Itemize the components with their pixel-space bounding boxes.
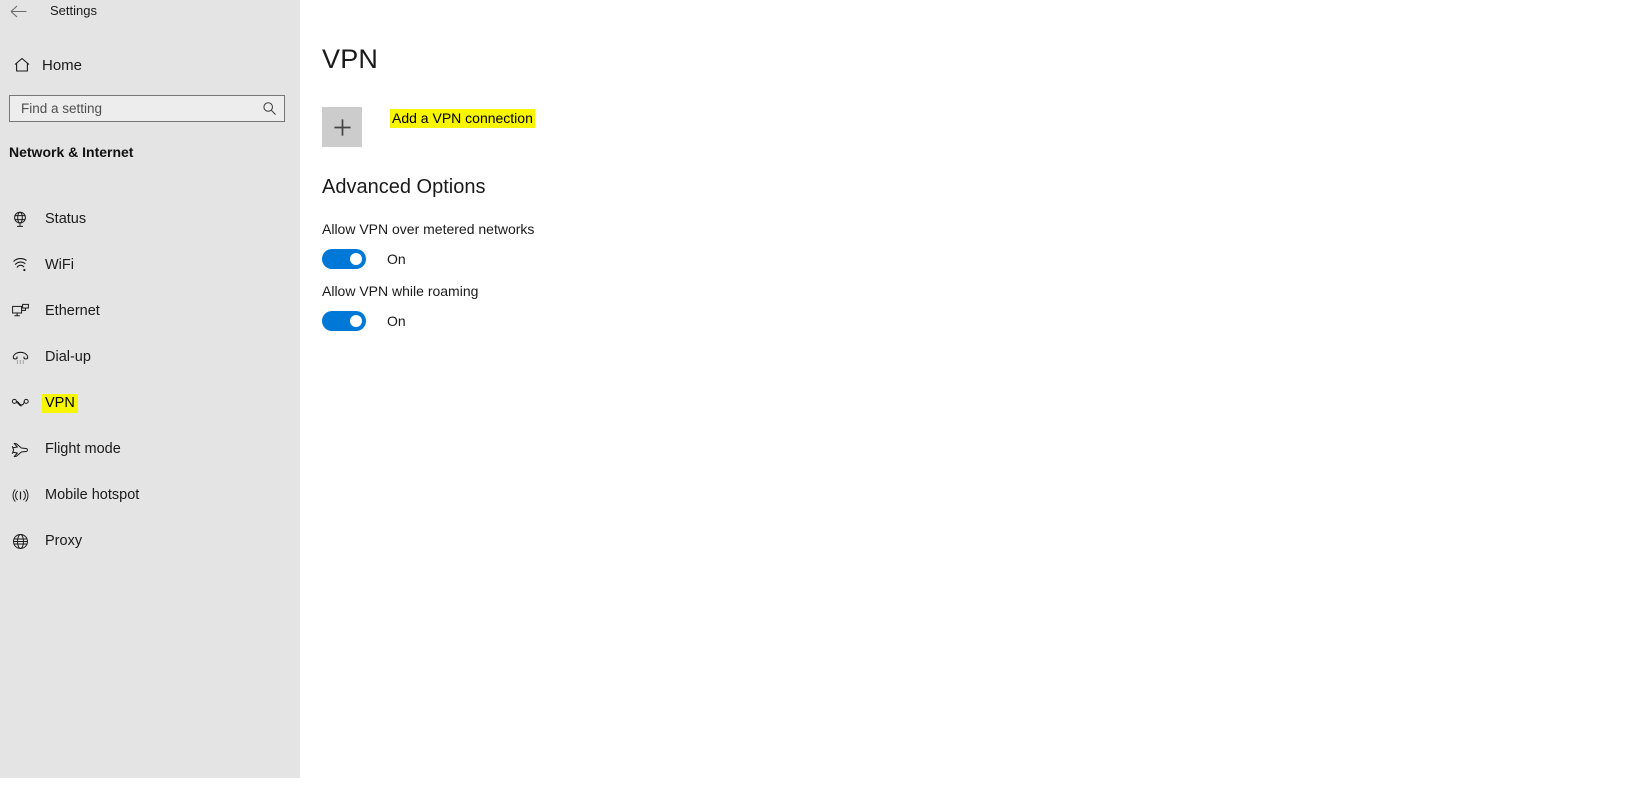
sidebar-item-ethernet[interactable]: Ethernet xyxy=(0,288,300,334)
sidebar-item-mobile-hotspot-label: Mobile hotspot xyxy=(45,486,140,503)
home-icon xyxy=(4,56,40,74)
sidebar-item-home-label: Home xyxy=(42,56,83,74)
sidebar-item-vpn-label: VPN xyxy=(42,393,78,413)
sidebar-item-home[interactable]: Home xyxy=(0,50,300,80)
sidebar-nav-list: Status WiFi Ethernet Dial-up VPN Flight … xyxy=(0,196,300,564)
advanced-options-heading: Advanced Options xyxy=(322,176,486,198)
sidebar-item-vpn[interactable]: VPN xyxy=(0,380,300,426)
wifi-icon xyxy=(2,256,38,275)
search-icon[interactable] xyxy=(254,101,284,116)
search-box[interactable] xyxy=(9,95,285,122)
hotspot-icon xyxy=(2,486,38,505)
sidebar-item-wifi-label: WiFi xyxy=(45,256,74,273)
toggle-knob xyxy=(350,315,362,327)
sidebar: Settings Home Network & Internet xyxy=(0,0,300,778)
window-title: Settings xyxy=(50,3,97,18)
sidebar-item-dialup[interactable]: Dial-up xyxy=(0,334,300,380)
sidebar-item-dialup-label: Dial-up xyxy=(45,348,91,365)
setting-allow-vpn-roaming: Allow VPN while roaming On xyxy=(322,282,478,331)
page-title: VPN xyxy=(322,44,379,74)
sidebar-item-wifi[interactable]: WiFi xyxy=(0,242,300,288)
allow-vpn-metered-state: On xyxy=(387,251,406,267)
toggle-row: On xyxy=(322,249,534,269)
add-vpn-connection-label[interactable]: Add a VPN connection xyxy=(390,109,535,128)
vpn-icon xyxy=(2,394,38,413)
sidebar-item-status[interactable]: Status xyxy=(0,196,300,242)
titlebar: Settings xyxy=(0,0,300,22)
setting-allow-vpn-metered: Allow VPN over metered networks On xyxy=(322,220,534,269)
toggle-knob xyxy=(350,253,362,265)
main-content: VPN Add a VPN connection Advanced Option… xyxy=(300,0,1637,810)
setting-allow-vpn-metered-label: Allow VPN over metered networks xyxy=(322,221,535,237)
toggle-row: On xyxy=(322,311,478,331)
allow-vpn-roaming-toggle[interactable] xyxy=(322,311,366,331)
sidebar-item-mobile-hotspot[interactable]: Mobile hotspot xyxy=(0,472,300,518)
add-vpn-connection-button[interactable]: Add a VPN connection xyxy=(322,107,535,147)
sidebar-item-flight-mode-label: Flight mode xyxy=(45,440,121,457)
back-arrow-icon[interactable] xyxy=(8,0,28,22)
sidebar-item-proxy-label: Proxy xyxy=(45,532,83,549)
airplane-icon xyxy=(2,440,38,459)
plus-icon[interactable] xyxy=(322,107,362,147)
ethernet-icon xyxy=(2,302,38,321)
sidebar-item-flight-mode[interactable]: Flight mode xyxy=(0,426,300,472)
allow-vpn-roaming-state: On xyxy=(387,313,406,329)
sidebar-item-status-label: Status xyxy=(45,210,87,227)
sidebar-item-ethernet-label: Ethernet xyxy=(45,302,100,319)
setting-allow-vpn-roaming-label: Allow VPN while roaming xyxy=(322,283,479,299)
sidebar-item-proxy[interactable]: Proxy xyxy=(0,518,300,564)
search-input[interactable] xyxy=(10,101,254,116)
allow-vpn-metered-toggle[interactable] xyxy=(322,249,366,269)
globe-icon xyxy=(2,532,38,551)
sidebar-category-heading: Network & Internet xyxy=(9,144,134,160)
settings-window: Settings Home Network & Internet xyxy=(0,0,1637,810)
dialup-phone-icon xyxy=(2,348,38,367)
status-globe-icon xyxy=(2,210,38,229)
